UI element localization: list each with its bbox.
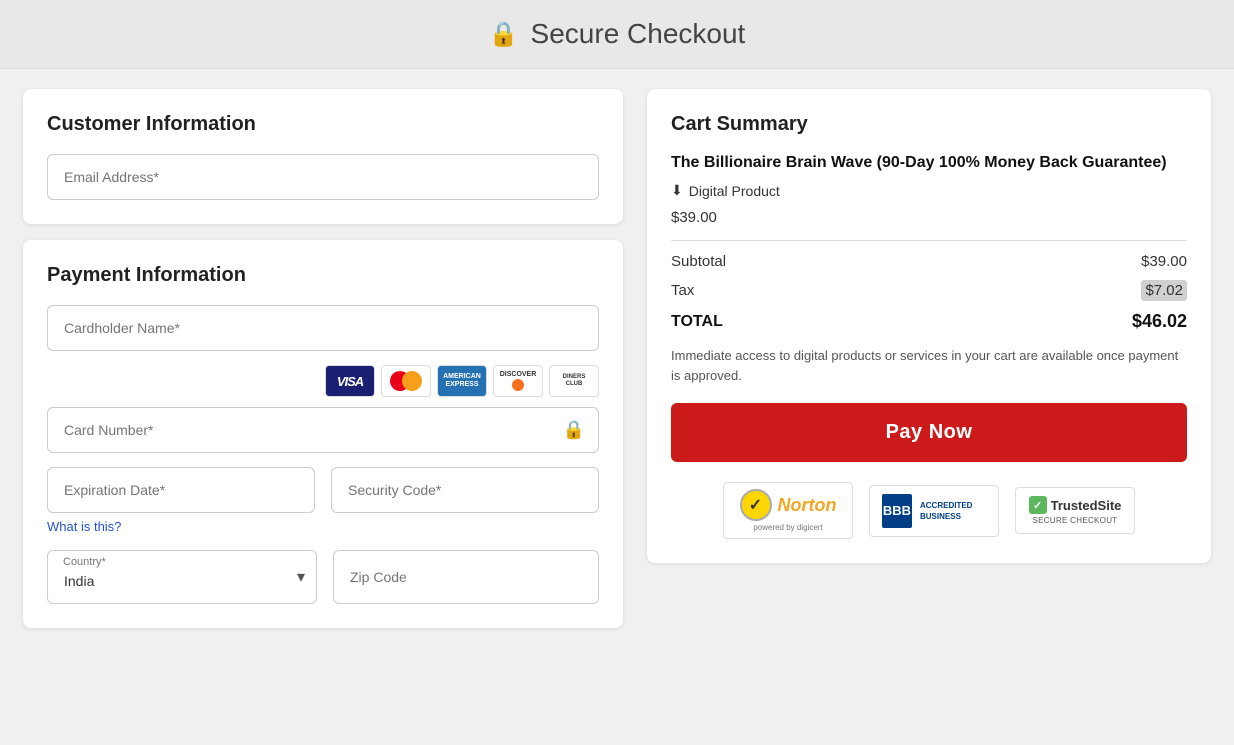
expiry-security-row [47, 467, 599, 513]
zip-code-field[interactable] [333, 550, 599, 604]
card-icons-row: VISA AMERICANEXPRESS DISCOVER DINERSCLUB [47, 365, 599, 397]
bbb-logo-icon: BBB [882, 494, 912, 528]
subtotal-row: Subtotal $39.00 [671, 253, 1187, 270]
card-number-wrapper: 🔒 [47, 407, 599, 453]
trusted-sub: SECURE CHECKOUT [1033, 516, 1118, 525]
amex-icon: AMERICANEXPRESS [437, 365, 487, 397]
visa-icon: VISA [325, 365, 375, 397]
digital-product-badge: ⬇ Digital Product [671, 182, 1187, 199]
main-container: Customer Information Payment Information… [7, 69, 1227, 648]
digital-product-label: Digital Product [689, 183, 780, 199]
tax-row: Tax $7.02 [671, 280, 1187, 301]
trusted-name: TrustedSite [1051, 498, 1122, 513]
tax-value: $7.02 [1141, 280, 1187, 301]
product-price: $39.00 [671, 209, 1187, 226]
trust-badges: ✓ Norton powered by digicert BBB ACCREDI… [671, 482, 1187, 539]
lock-icon: 🔒 [489, 20, 519, 49]
norton-top: ✓ Norton [740, 489, 837, 521]
divider-1 [671, 240, 1187, 241]
country-zip-row: Country* India United States United King… [47, 550, 599, 604]
norton-sub: powered by digicert [753, 523, 822, 532]
customer-section-title: Customer Information [47, 113, 599, 136]
cart-title: Cart Summary [671, 113, 1187, 136]
norton-checkmark-icon: ✓ [740, 489, 772, 521]
discover-icon: DISCOVER [493, 365, 543, 397]
download-icon: ⬇ [671, 182, 683, 199]
pay-now-button[interactable]: Pay Now [671, 403, 1187, 462]
cardholder-name-field[interactable] [47, 305, 599, 351]
mastercard-icon [381, 365, 431, 397]
email-field[interactable] [47, 154, 599, 200]
bbb-badge: BBB ACCREDITEDBUSINESS [869, 485, 999, 537]
tax-label: Tax [671, 282, 694, 299]
access-note: Immediate access to digital products or … [671, 346, 1187, 385]
subtotal-value: $39.00 [1141, 253, 1187, 270]
subtotal-label: Subtotal [671, 253, 726, 270]
card-number-field[interactable] [47, 407, 599, 453]
trusted-top: ✓ TrustedSite [1029, 496, 1122, 514]
bbb-text: ACCREDITEDBUSINESS [920, 500, 972, 522]
total-label: TOTAL [671, 313, 723, 331]
payment-section-title: Payment Information [47, 264, 599, 287]
payment-info-card: Payment Information VISA AMERICANEXPRESS… [23, 240, 623, 628]
country-select-wrapper: Country* India United States United King… [47, 550, 317, 604]
page-header: 🔒 Secure Checkout [0, 0, 1234, 69]
expiry-field[interactable] [47, 467, 315, 513]
card-lock-icon: 🔒 [563, 420, 585, 441]
country-select[interactable]: India United States United Kingdom Canad… [47, 550, 317, 604]
trusted-site-badge: ✓ TrustedSite SECURE CHECKOUT [1015, 487, 1135, 534]
norton-text: Norton [778, 495, 837, 516]
product-name: The Billionaire Brain Wave (90-Day 100% … [671, 152, 1187, 174]
diners-club-icon: DINERSCLUB [549, 365, 599, 397]
left-panel: Customer Information Payment Information… [23, 89, 623, 628]
cart-summary-card: Cart Summary The Billionaire Brain Wave … [647, 89, 1211, 563]
norton-badge: ✓ Norton powered by digicert [723, 482, 853, 539]
trusted-check-icon: ✓ [1029, 496, 1047, 514]
page-title: Secure Checkout [531, 18, 746, 50]
total-row: TOTAL $46.02 [671, 311, 1187, 332]
total-value: $46.02 [1132, 311, 1187, 332]
what-is-this-link[interactable]: What is this? [47, 519, 121, 534]
security-code-field[interactable] [331, 467, 599, 513]
right-panel: Cart Summary The Billionaire Brain Wave … [647, 89, 1211, 628]
customer-info-card: Customer Information [23, 89, 623, 224]
